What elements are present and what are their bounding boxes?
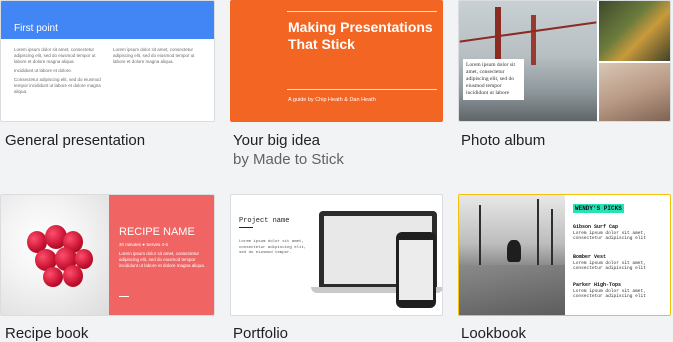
preview-title: RECIPE NAME bbox=[119, 226, 195, 238]
item-desc: Lorem ipsum dolor sit amet, consectetur … bbox=[573, 288, 646, 300]
raspberries-image bbox=[1, 195, 109, 315]
preview-rule-bottom bbox=[287, 89, 437, 90]
preview-title: Project name bbox=[239, 217, 290, 225]
palm-tree bbox=[479, 205, 481, 265]
preview-title: Making Presentations That Stick bbox=[288, 19, 433, 52]
preview-paragraph: Lorem ipsum dolor sit amet, consectetur … bbox=[14, 47, 96, 64]
preview-body: Lorem ipsum dolor sit amet, consectetur … bbox=[239, 240, 307, 255]
preview-paragraph: Lorem ipsum dolor sit amet, consectetur … bbox=[113, 47, 195, 64]
template-label-recipe-book[interactable]: Recipe book bbox=[5, 325, 88, 342]
lookbook-logo: WENDY'S PICKS bbox=[573, 204, 624, 213]
recipe-panel: RECIPE NAME 30 minutes ● Serves 4-6 Lore… bbox=[109, 195, 214, 315]
preview-title: First point bbox=[14, 23, 58, 34]
template-photo-album[interactable]: Lorem ipsum dolor sit amet, consectetur … bbox=[458, 0, 671, 122]
template-label-lookbook[interactable]: Lookbook bbox=[461, 325, 526, 342]
preview-divider bbox=[119, 296, 129, 297]
preview-text-column-1: Lorem ipsum dolor sit amet, consectetur … bbox=[14, 47, 104, 95]
lookbook-item: Parker High-Tops Lorem ipsum dolor sit a… bbox=[573, 282, 668, 300]
template-recipe-book[interactable]: RECIPE NAME 30 minutes ● Serves 4-6 Lore… bbox=[0, 194, 215, 316]
preview-subtitle: A guide by Chip Heath & Dan Heath bbox=[288, 97, 376, 103]
photo-objects-image bbox=[599, 63, 670, 121]
template-author-label: by Made to Stick bbox=[233, 151, 344, 168]
bridge-tower bbox=[531, 15, 536, 65]
preview-body: Lorem ipsum dolor sit amet, consectetur … bbox=[119, 251, 206, 268]
raspberry bbox=[63, 265, 83, 287]
item-desc: Lorem ipsum dolor sit amet, consectetur … bbox=[573, 260, 646, 272]
photo-bridge-image: Lorem ipsum dolor sit amet, consectetur … bbox=[459, 1, 597, 121]
phone-mockup bbox=[396, 232, 436, 308]
skateboarder-image bbox=[459, 195, 565, 315]
template-lookbook[interactable]: WENDY'S PICKS Gibson Surf Cap Lorem ipsu… bbox=[458, 194, 671, 316]
preview-header-band: First point bbox=[1, 1, 214, 39]
preview-meta: 30 minutes ● Serves 4-6 bbox=[119, 242, 168, 247]
photo-leaves-image bbox=[599, 1, 670, 61]
skater-figure bbox=[507, 240, 521, 262]
template-label-your-big-idea[interactable]: Your big idea bbox=[233, 132, 320, 149]
preview-title-underline bbox=[239, 227, 253, 228]
preview-paragraph: Incididunt ut labore et dolore. bbox=[14, 68, 73, 73]
template-label-general-presentation[interactable]: General presentation bbox=[5, 132, 145, 149]
preview-rule-top bbox=[287, 11, 437, 12]
lookbook-item: Gibson Surf Cap Lorem ipsum dolor sit am… bbox=[573, 224, 668, 242]
item-desc: Lorem ipsum dolor sit amet, consectetur … bbox=[573, 230, 646, 242]
skate-ramp bbox=[459, 265, 565, 315]
raspberry bbox=[43, 267, 63, 287]
template-label-portfolio[interactable]: Portfolio bbox=[233, 325, 288, 342]
template-your-big-idea[interactable]: Making Presentations That Stick A guide … bbox=[230, 0, 443, 122]
palm-tree bbox=[551, 209, 553, 265]
palm-tree bbox=[537, 199, 539, 265]
template-label-photo-album[interactable]: Photo album bbox=[461, 132, 545, 149]
photo-caption: Lorem ipsum dolor sit amet, consectetur … bbox=[463, 59, 524, 100]
template-portfolio[interactable]: Project name Lorem ipsum dolor sit amet,… bbox=[230, 194, 443, 316]
template-general-presentation[interactable]: First point Lorem ipsum dolor sit amet, … bbox=[0, 0, 215, 122]
preview-paragraph: Consectetur adipiscing elit, sed do eius… bbox=[14, 77, 101, 94]
bridge-cable bbox=[459, 21, 597, 43]
phone-screen bbox=[399, 240, 433, 300]
lookbook-item: Bomber Vest Lorem ipsum dolor sit amet, … bbox=[573, 254, 668, 272]
preview-text-column-2: Lorem ipsum dolor sit amet, consectetur … bbox=[113, 47, 203, 65]
